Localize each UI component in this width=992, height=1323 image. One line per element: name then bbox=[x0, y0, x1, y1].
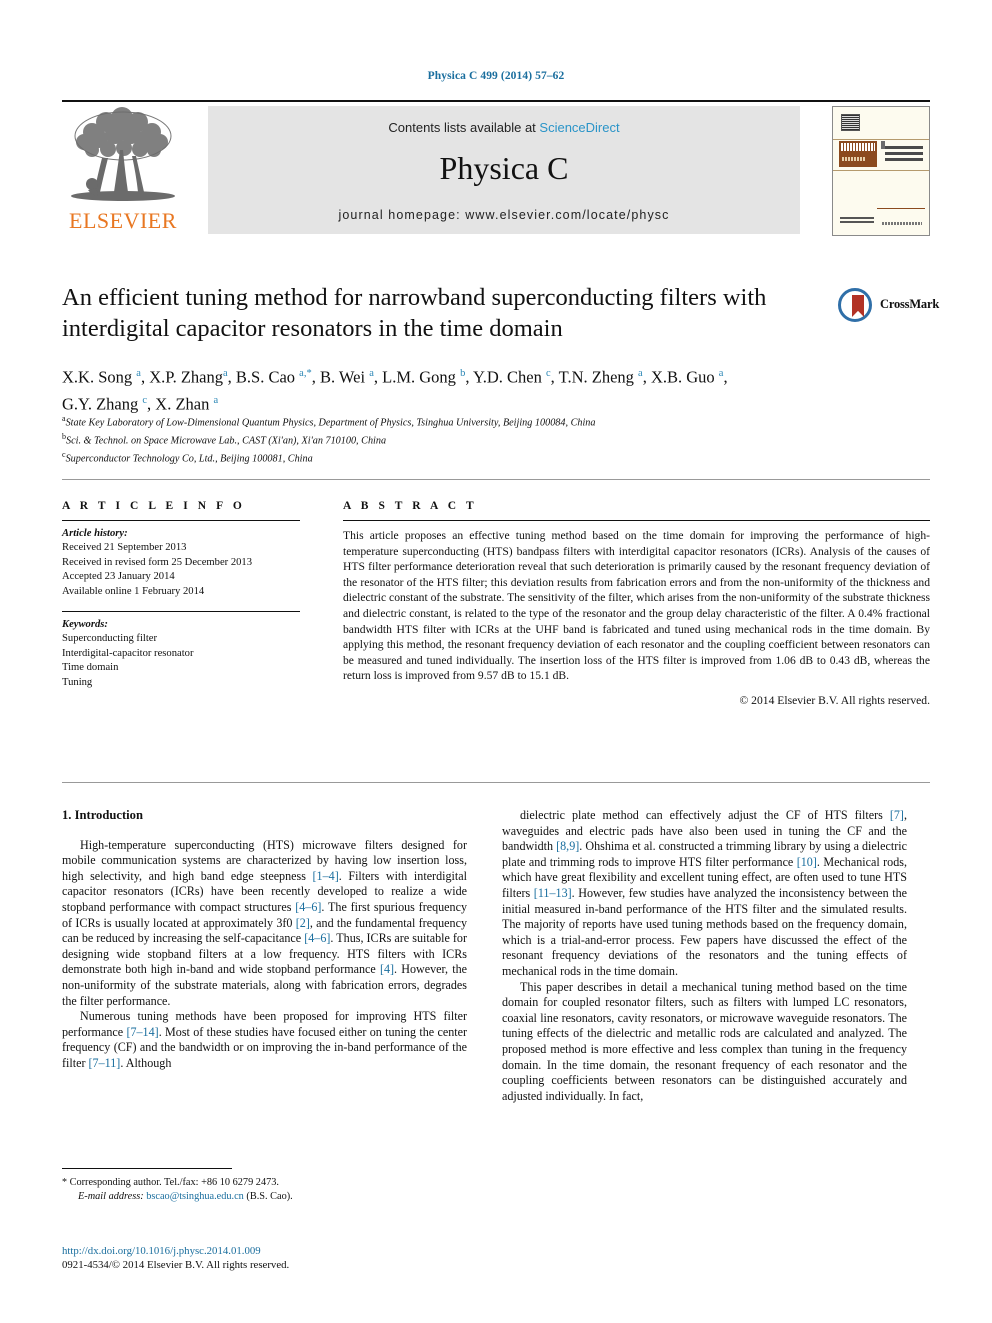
abstract-copyright: © 2014 Elsevier B.V. All rights reserved… bbox=[739, 693, 930, 707]
abstract-column: This article proposes an effective tunin… bbox=[343, 520, 930, 709]
journal-homepage-link[interactable]: journal homepage: www.elsevier.com/locat… bbox=[208, 208, 800, 222]
abstract-heading: A B S T R A C T bbox=[343, 500, 478, 512]
cover-divider bbox=[877, 208, 925, 209]
cover-headline-lines bbox=[885, 145, 923, 161]
title-block: An efficient tuning method for narrowban… bbox=[62, 282, 822, 344]
cover-logo-icon bbox=[841, 114, 860, 131]
journal-title: Physica C bbox=[439, 150, 569, 186]
crossmark-ribbon-icon bbox=[852, 295, 864, 317]
contents-prefix: Contents lists available at bbox=[388, 120, 540, 135]
section-title-introduction: 1. Introduction bbox=[62, 808, 143, 822]
email-owner: (B.S. Cao). bbox=[246, 1191, 293, 1202]
citation-ref[interactable]: [10] bbox=[797, 855, 817, 869]
cover-physica-text bbox=[841, 143, 875, 151]
citation-ref[interactable]: [11–13] bbox=[534, 886, 572, 900]
paragraph: Numerous tuning methods have been propos… bbox=[62, 1009, 468, 1070]
elsevier-wordmark: ELSEVIER bbox=[69, 208, 177, 233]
asterisk-icon: * bbox=[62, 1177, 67, 1188]
info-section-bottom-rule bbox=[62, 782, 930, 783]
history-accepted: Accepted 23 January 2014 bbox=[62, 571, 175, 583]
footnote-divider bbox=[62, 1168, 232, 1169]
info-divider-top bbox=[62, 520, 300, 521]
citation-ref[interactable]: [7] bbox=[890, 808, 904, 822]
cover-footer-right bbox=[882, 222, 922, 225]
citation-ref[interactable]: [4–6] bbox=[295, 900, 321, 914]
body-column-left: 1. Introduction High-temperature superco… bbox=[62, 808, 467, 1072]
journal-cover-thumbnail bbox=[832, 106, 930, 236]
issn-copyright-line: 0921-4534/© 2014 Elsevier B.V. All right… bbox=[62, 1259, 290, 1272]
paragraph: High-temperature superconducting (HTS) m… bbox=[62, 837, 468, 1008]
history-revised: Received in revised form 25 December 201… bbox=[62, 556, 253, 568]
citation-ref[interactable]: [2] bbox=[296, 916, 310, 930]
keywords-label: Keywords: bbox=[62, 619, 108, 631]
email-address-link[interactable]: bscao@tsinghua.edu.cn bbox=[146, 1191, 244, 1202]
citation-ref[interactable]: [7–14] bbox=[126, 1025, 158, 1039]
running-head: Physica C 499 (2014) 57–62 bbox=[427, 70, 565, 82]
corresponding-author-note: * Corresponding author. Tel./fax: +86 10… bbox=[62, 1176, 482, 1190]
citation-ref[interactable]: [7–11] bbox=[89, 1056, 121, 1070]
paragraph: dielectric plate method can effectively … bbox=[502, 808, 907, 978]
history-received: Received 21 September 2013 bbox=[62, 542, 187, 554]
page-title: An efficient tuning method for narrowban… bbox=[62, 284, 767, 342]
article-history-label: Article history: bbox=[62, 528, 128, 539]
doi-block: http://dx.doi.org/10.1016/j.physc.2014.0… bbox=[62, 1244, 492, 1273]
affiliation-list: aState Key Laboratory of Low-Dimensional… bbox=[62, 412, 862, 465]
elsevier-tree-icon bbox=[71, 107, 175, 201]
keyword-item: Tuning bbox=[62, 676, 93, 688]
keyword-item: Interdigital-capacitor resonator bbox=[62, 647, 194, 659]
email-address-label: E-mail address: bbox=[78, 1191, 144, 1202]
cover-footer-left bbox=[840, 215, 874, 223]
citation-ref[interactable]: [1–4] bbox=[313, 869, 339, 883]
crossmark-label: CrossMark bbox=[880, 297, 940, 311]
email-note: E-mail address: bscao@tsinghua.edu.cn (B… bbox=[62, 1190, 482, 1204]
author-list: X.K. Song a, X.P. Zhanga, B.S. Cao a,*, … bbox=[62, 367, 728, 414]
corresponding-author-text: Corresponding author. Tel./fax: +86 10 6… bbox=[69, 1177, 279, 1188]
crossmark-circle-icon bbox=[838, 288, 872, 322]
citation-ref[interactable]: [4–6] bbox=[304, 931, 330, 945]
paper-page: Physica C 499 (2014) 57–62 ELSEVIER Cont… bbox=[0, 0, 992, 1323]
keyword-item: Superconducting filter bbox=[62, 633, 158, 645]
doi-link[interactable]: http://dx.doi.org/10.1016/j.physc.2014.0… bbox=[62, 1244, 492, 1258]
article-info-column: Article history: Received 21 September 2… bbox=[62, 520, 300, 690]
footnote-block: * Corresponding author. Tel./fax: +86 10… bbox=[62, 1176, 482, 1204]
cover-subtitle-text bbox=[842, 157, 866, 161]
affiliation-c: cSuperconductor Technology Co, Ltd., Bei… bbox=[62, 449, 313, 464]
crossmark-badge[interactable]: CrossMark bbox=[838, 288, 940, 324]
contents-available-line: Contents lists available at ScienceDirec… bbox=[208, 120, 800, 135]
paragraph: This paper describes in detail a mechani… bbox=[502, 979, 907, 1103]
citation-ref[interactable]: [4] bbox=[380, 962, 394, 976]
citation-ref[interactable]: [8,9] bbox=[556, 839, 579, 853]
abstract-text: This article proposes an effective tunin… bbox=[343, 529, 930, 683]
article-info-heading: A R T I C L E I N F O bbox=[62, 500, 246, 512]
body-column-right: dielectric plate method can effectively … bbox=[502, 808, 907, 1104]
sciencedirect-link[interactable]: ScienceDirect bbox=[539, 120, 619, 135]
history-online: Available online 1 February 2014 bbox=[62, 585, 205, 597]
journal-header-band: Contents lists available at ScienceDirec… bbox=[208, 106, 800, 234]
info-section-top-rule bbox=[62, 479, 930, 480]
abstract-divider bbox=[343, 520, 930, 521]
elsevier-logo: ELSEVIER bbox=[62, 106, 184, 234]
affiliation-a: aState Key Laboratory of Low-Dimensional… bbox=[62, 414, 596, 429]
info-divider-mid bbox=[62, 611, 300, 613]
journal-masthead: ELSEVIER Contents lists available at Sci… bbox=[62, 100, 930, 236]
affiliation-b: bSci. & Technol. on Space Microwave Lab.… bbox=[62, 431, 387, 447]
keyword-item: Time domain bbox=[62, 662, 119, 674]
